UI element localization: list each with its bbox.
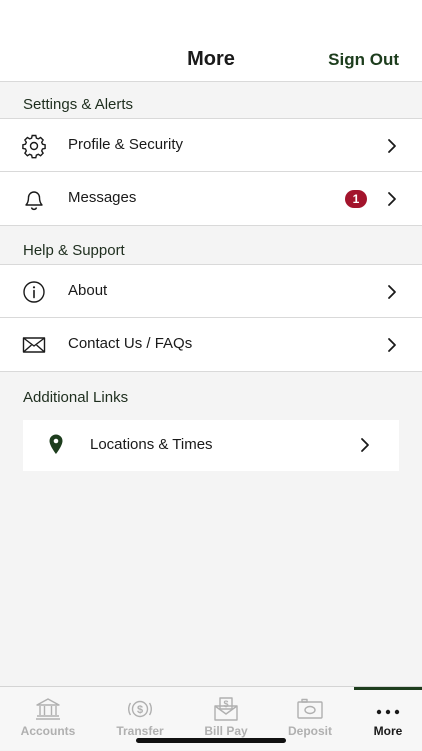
home-indicator	[136, 738, 286, 743]
sign-out-button[interactable]: Sign Out	[328, 50, 399, 70]
section-label-help: Help & Support	[23, 242, 125, 259]
menu-item-label: Profile & Security	[68, 136, 184, 153]
info-icon	[23, 281, 45, 303]
menu-item-messages[interactable]: Messages 1	[0, 172, 422, 226]
menu-item-label: About	[68, 282, 108, 299]
link-locations-times[interactable]: Locations & Times	[23, 420, 399, 471]
chevron-right-icon	[388, 338, 396, 352]
tab-label: Deposit	[287, 724, 332, 738]
link-label: Locations & Times	[90, 436, 213, 453]
camera-icon	[297, 698, 323, 719]
section-label-additional-links: Additional Links	[23, 389, 129, 406]
bell-icon	[25, 191, 43, 211]
menu-item-about[interactable]: About	[0, 264, 422, 318]
tab-accounts[interactable]: Accounts	[6, 687, 90, 751]
menu-item-label: Contact Us / FAQs	[68, 335, 193, 352]
tab-more[interactable]: More	[346, 687, 422, 751]
tab-label: Bill Pay	[204, 724, 248, 738]
gear-icon	[22, 134, 46, 159]
tab-label: More	[373, 724, 403, 738]
transfer-icon: $	[128, 700, 152, 718]
unread-count-badge: 1	[345, 190, 367, 208]
header: More Sign Out	[0, 0, 422, 82]
section-label-settings: Settings & Alerts	[23, 96, 134, 113]
menu-item-profile-security[interactable]: Profile & Security	[0, 118, 422, 172]
more-dots-icon	[376, 709, 400, 715]
chevron-right-icon	[388, 139, 396, 153]
tab-label: Transfer	[116, 724, 164, 738]
menu-item-label: Messages	[68, 189, 137, 206]
chevron-right-icon	[388, 285, 396, 299]
tab-label: Accounts	[20, 724, 76, 738]
menu-item-contact-us[interactable]: Contact Us / FAQs	[0, 318, 422, 372]
svg-text:$: $	[223, 699, 228, 709]
active-tab-indicator	[354, 687, 422, 690]
chevron-right-icon	[361, 438, 369, 452]
chevron-right-icon	[388, 192, 396, 206]
bank-icon	[36, 698, 60, 720]
location-pin-icon	[49, 434, 63, 454]
bill-pay-icon: $	[214, 697, 238, 721]
svg-text:$: $	[137, 704, 143, 716]
envelope-icon	[22, 337, 46, 353]
